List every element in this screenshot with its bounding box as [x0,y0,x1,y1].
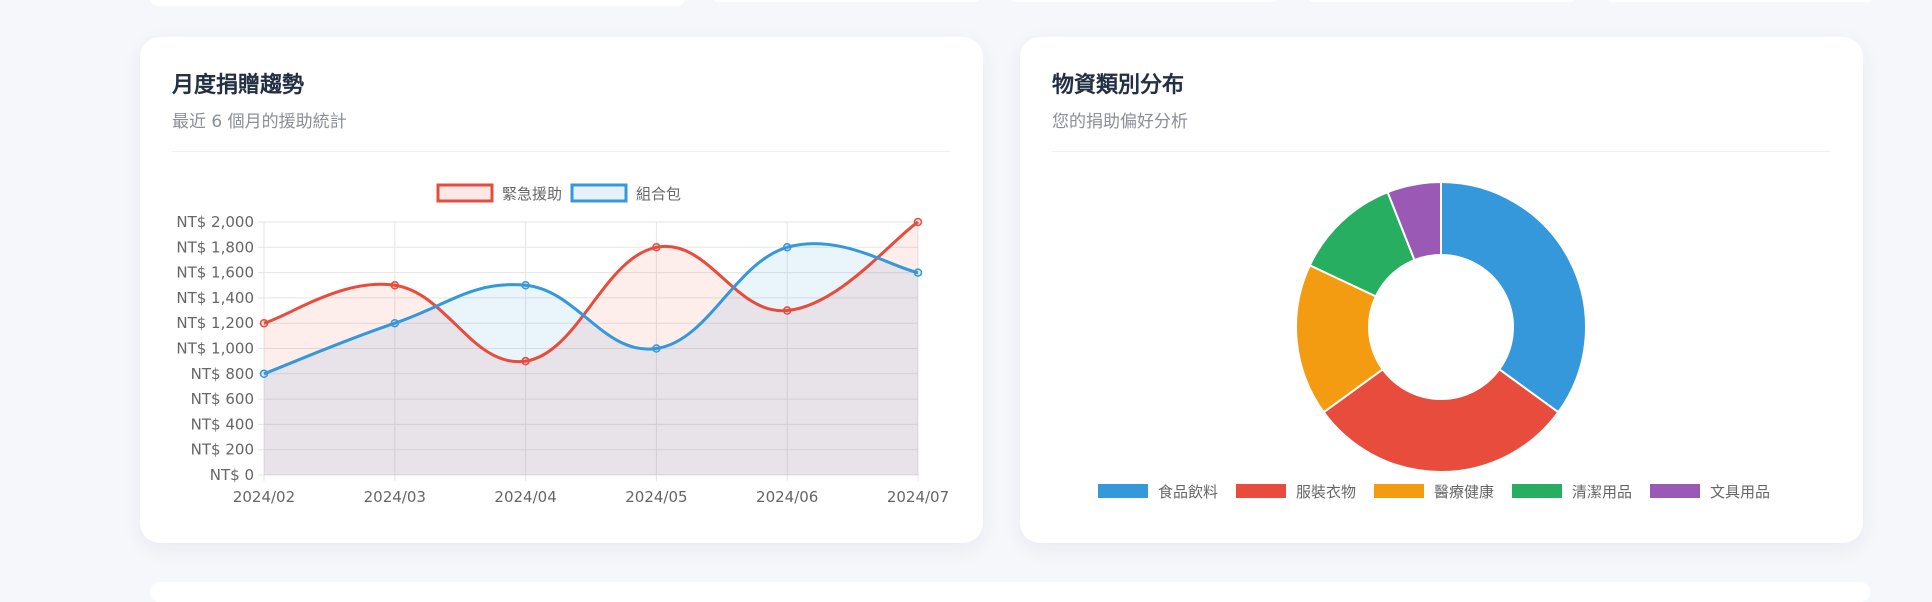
legend-swatch [570,183,628,203]
data-point [259,369,269,379]
legend-swatch [1374,484,1424,498]
y-tick-label: NT$ 600 [191,390,254,408]
y-tick-label: NT$ 400 [191,415,254,433]
legend-label: 緊急援助 [502,185,562,203]
legend-label: 清潔用品 [1572,483,1632,501]
data-point [259,318,269,328]
legend-swatch [1236,484,1286,498]
x-tick-label: 2024/07 [887,488,949,506]
x-tick-label: 2024/05 [625,488,687,506]
x-tick-label: 2024/02 [233,488,295,506]
y-tick-label: NT$ 200 [191,441,254,459]
y-tick-label: NT$ 0 [210,466,254,484]
donut-legend: 食品飲料 服裝衣物 醫療健康 清潔用品 文具用品 [1098,483,1770,501]
top-card-edge-1 [150,0,685,6]
data-point [652,344,661,353]
data-point [521,356,530,366]
data-point [913,217,923,227]
y-tick-label: NT$ 1,800 [176,238,254,256]
series-area [264,243,918,475]
top-card-edge-4 [1308,0,1576,2]
legend-swatch [436,183,494,203]
x-tick-label: 2024/04 [494,488,556,506]
legend-label: 食品飲料 [1158,483,1218,501]
legend-label: 文具用品 [1710,483,1770,501]
line-chart: NT$ 0 NT$ 200 NT$ 400 NT$ 600 NT$ 800 NT$ 1,0… [176,183,949,506]
legend-label: 組合包 [636,185,681,203]
y-tick-label: NT$ 1,400 [176,289,254,307]
y-tick-label: NT$ 2,000 [176,213,254,231]
y-tick-label: NT$ 800 [191,365,254,383]
y-tick-label: NT$ 1,600 [176,264,254,282]
donut-slice [1440,180,1587,414]
data-point [390,281,400,290]
monthly-donation-trend-card: 月度捐贈趨勢 最近 6 個月的援助統計 NT$ 0 NT$ 200 NT$ 400 N… [140,37,983,543]
data-point [913,268,923,277]
top-card-edge-2 [712,0,980,2]
legend-swatch [1650,484,1700,498]
x-tick-label: 2024/03 [364,488,426,506]
legend-label: 醫療健康 [1434,483,1494,501]
data-point [782,243,792,252]
data-point [390,318,400,328]
legend-swatch [1512,484,1562,498]
x-tick-label: 2024/06 [756,488,818,506]
data-point [652,243,661,252]
data-point [782,306,792,315]
donut-chart: 食品飲料 服裝衣物 醫療健康 清潔用品 文具用品 [1098,180,1770,501]
top-card-edge-3 [1010,0,1278,2]
category-distribution-card: 物資類別分布 您的捐助偏好分析 食品飲料 服裝衣物 醫療健康 清潔用品 文具用品 [1020,37,1863,543]
bottom-card-edge [150,582,1870,602]
y-tick-label: NT$ 1,000 [176,340,254,358]
chart-legend: 緊急援助 組合包 [436,183,681,203]
data-point [521,281,530,290]
y-tick-label: NT$ 1,200 [176,314,254,332]
top-card-edge-5 [1606,0,1874,2]
legend-swatch [1098,484,1148,498]
legend-label: 服裝衣物 [1296,483,1356,501]
